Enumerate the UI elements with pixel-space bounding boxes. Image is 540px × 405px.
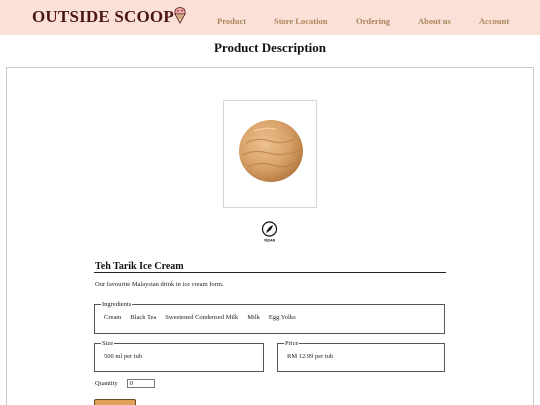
divider [94,272,446,273]
size-legend: Size [102,340,114,347]
ingredient-item: Milk [247,314,260,321]
product-name: Teh Tarik Ice Cream [95,261,184,272]
nav-link-about-us[interactable]: About us [418,16,451,26]
nav-link-account[interactable]: Account [479,16,509,26]
nav-link-ordering[interactable]: Ordering [356,16,390,26]
size-fieldset: Size 500 ml per tub [94,340,264,372]
vegan-icon: VEGAN [261,221,278,243]
ingredients-list: Cream Black Tea Sweetened Condensed Milk… [101,314,438,321]
ingredient-item: Black Tea [130,314,157,321]
quantity-input[interactable] [127,379,155,388]
ingredients-legend: Ingredients [102,301,132,308]
size-value: 500 ml per tub [104,353,143,360]
ingredient-item: Cream [104,314,122,321]
add-to-cart-button[interactable] [94,399,136,405]
ice-cream-scoop-image [239,120,303,182]
ingredients-fieldset: Ingredients Cream Black Tea Sweetened Co… [94,301,445,334]
ice-cream-logo-icon [174,7,186,24]
price-value: RM 12.99 per tub [287,353,334,360]
ingredient-item: Egg Yolks [268,314,296,321]
price-legend: Price [285,340,299,347]
page-title: Product Description [213,40,327,55]
nav-link-store-location[interactable]: Store Location [274,16,327,26]
ingredient-item: Sweetened Condensed Milk [165,314,239,321]
top-nav: OUTSIDE SCOOP Product Store Location Ord… [0,0,540,35]
price-fieldset: Price RM 12.99 per tub [277,340,445,372]
product-image [223,100,317,208]
product-description: Our favourite Malaysian drink in ice cre… [95,281,224,288]
vegan-label: VEGAN [264,239,276,243]
nav-link-product[interactable]: Product [217,16,246,26]
quantity-label: Quantity [95,380,118,387]
brand-title[interactable]: OUTSIDE SCOOP [32,7,174,27]
